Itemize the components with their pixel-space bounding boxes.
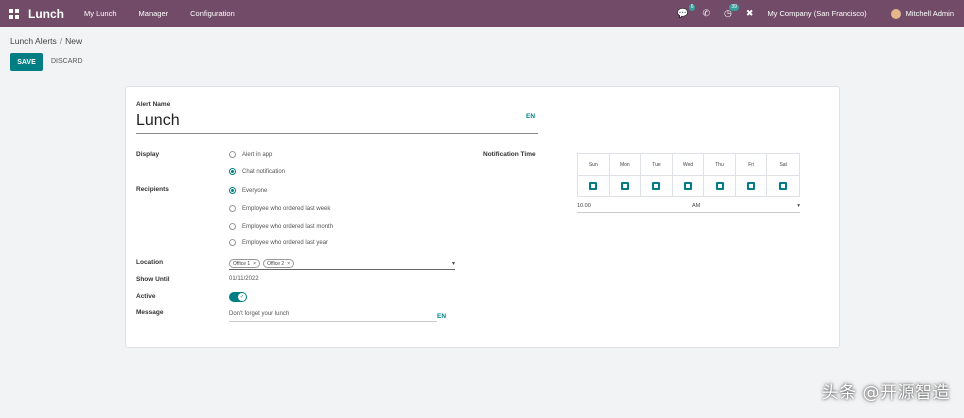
radio-last-week[interactable] [229, 205, 236, 212]
breadcrumb-parent[interactable]: Lunch Alerts [10, 36, 57, 46]
weekday-checkbox[interactable] [779, 182, 788, 190]
phone-icon[interactable]: ✆ [702, 8, 710, 19]
show-until-input[interactable]: 01/11/2022 [229, 276, 259, 282]
location-tag-label: Office 1 [233, 260, 251, 267]
weekday-checkbox[interactable] [715, 182, 724, 190]
time-period-select[interactable]: AM [692, 203, 700, 209]
notification-time-row: 10.00 AM ▾ [577, 203, 800, 213]
weekday-header: Thu [704, 154, 735, 176]
location-label: Location [136, 259, 164, 266]
user-menu[interactable]: Mitchell Admin [906, 9, 954, 18]
weekday-sat: Sat [767, 154, 799, 196]
activity-badge: 39 [729, 4, 739, 11]
location-field[interactable]: Office 1 × Office 2 × ▾ [229, 258, 455, 270]
chevron-down-icon[interactable]: ▾ [452, 260, 455, 267]
chat-badge: 6 [688, 4, 696, 11]
save-button[interactable]: SAVE [10, 53, 43, 71]
location-tag-label: Office 2 [267, 260, 285, 267]
weekday-checkbox[interactable] [747, 182, 756, 190]
breadcrumb-separator: / [59, 36, 63, 46]
recipient-option-last-month-label: Employee who ordered last month [242, 223, 334, 230]
recipients-label: Recipients [136, 186, 169, 193]
weekday-header: Mon [609, 154, 641, 176]
weekday-header: Wed [672, 154, 704, 176]
recipient-option-last-month[interactable]: Employee who ordered last month [229, 223, 333, 230]
message-language-button[interactable]: EN [437, 313, 446, 320]
activity-icon[interactable]: ◷ 39 [724, 4, 739, 19]
weekday-mon: Mon [609, 154, 642, 196]
radio-alert-in-app[interactable] [229, 151, 236, 158]
form-sheet: Alert Name Lunch EN Display Alert in app… [125, 86, 840, 348]
location-tag: Office 2 × [263, 259, 295, 268]
recipient-option-last-year[interactable]: Employee who ordered last year [229, 239, 328, 246]
weekday-checkbox[interactable] [620, 182, 629, 190]
radio-last-month[interactable] [229, 223, 236, 230]
weekday-header: Sat [767, 154, 799, 176]
watermark: 头条 @开源智造 [821, 383, 950, 403]
weekday-header: Sun [578, 154, 609, 176]
apps-menu-icon[interactable] [9, 8, 19, 19]
active-toggle[interactable] [229, 292, 247, 302]
alert-name-input[interactable]: Lunch [136, 108, 538, 134]
menu-my-lunch[interactable]: My Lunch [84, 9, 117, 18]
message-label: Message [136, 309, 164, 316]
notification-time-label: Notification Time [483, 151, 536, 158]
weekdays-table: Sun Mon Tue Wed Thu Fri Sat [577, 153, 800, 197]
recipient-option-last-week-label: Employee who ordered last week [242, 205, 331, 212]
time-hour-input[interactable]: 10.00 [577, 203, 591, 209]
display-option-chat[interactable]: Chat notification [229, 168, 285, 175]
weekday-thu: Thu [704, 154, 736, 196]
display-label: Display [136, 151, 160, 158]
display-option-alert-label: Alert in app [242, 151, 273, 158]
name-language-button[interactable]: EN [526, 113, 535, 120]
app-brand[interactable]: Lunch [28, 7, 64, 21]
message-input[interactable]: Don't forget your lunch [229, 311, 437, 322]
chevron-down-icon[interactable]: ▾ [797, 203, 800, 209]
display-option-alert[interactable]: Alert in app [229, 151, 272, 158]
recipient-option-last-year-label: Employee who ordered last year [242, 239, 329, 246]
location-tag: Office 1 × [229, 259, 261, 268]
alert-name-label: Alert Name [136, 101, 171, 108]
top-navbar: Lunch My Lunch Manager Configuration 💬 6 … [0, 0, 964, 27]
active-label: Active [136, 293, 156, 300]
weekday-checkbox[interactable] [683, 182, 692, 190]
display-option-chat-label: Chat notification [242, 168, 286, 175]
discard-button[interactable]: DISCARD [51, 53, 83, 71]
weekday-header: Fri [735, 154, 767, 176]
radio-last-year[interactable] [229, 239, 236, 246]
tag-remove-icon[interactable]: × [253, 261, 256, 267]
weekday-wed: Wed [672, 154, 705, 196]
weekday-header: Tue [641, 154, 672, 176]
breadcrumb: Lunch Alerts / New [10, 36, 82, 46]
radio-chat-notification[interactable] [229, 168, 236, 175]
chat-icon[interactable]: 💬 6 [677, 4, 696, 19]
weekday-checkbox[interactable] [652, 182, 661, 190]
recipient-option-last-week[interactable]: Employee who ordered last week [229, 205, 330, 212]
menu-configuration[interactable]: Configuration [190, 9, 235, 18]
weekday-fri: Fri [735, 154, 768, 196]
weekday-sun: Sun [578, 154, 610, 196]
tag-remove-icon[interactable]: × [287, 261, 290, 267]
breadcrumb-current: New [65, 36, 83, 46]
company-switcher[interactable]: My Company (San Francisco) [767, 9, 866, 18]
weekday-checkbox[interactable] [589, 182, 598, 190]
avatar[interactable] [890, 8, 901, 19]
recipient-option-everyone-label: Everyone [242, 187, 268, 194]
menu-manager[interactable]: Manager [139, 9, 169, 18]
show-until-label: Show Until [136, 276, 170, 283]
recipient-option-everyone[interactable]: Everyone [229, 187, 267, 194]
weekday-tue: Tue [641, 154, 673, 196]
debug-icon[interactable]: ✖ [746, 8, 754, 19]
radio-everyone[interactable] [229, 187, 236, 194]
